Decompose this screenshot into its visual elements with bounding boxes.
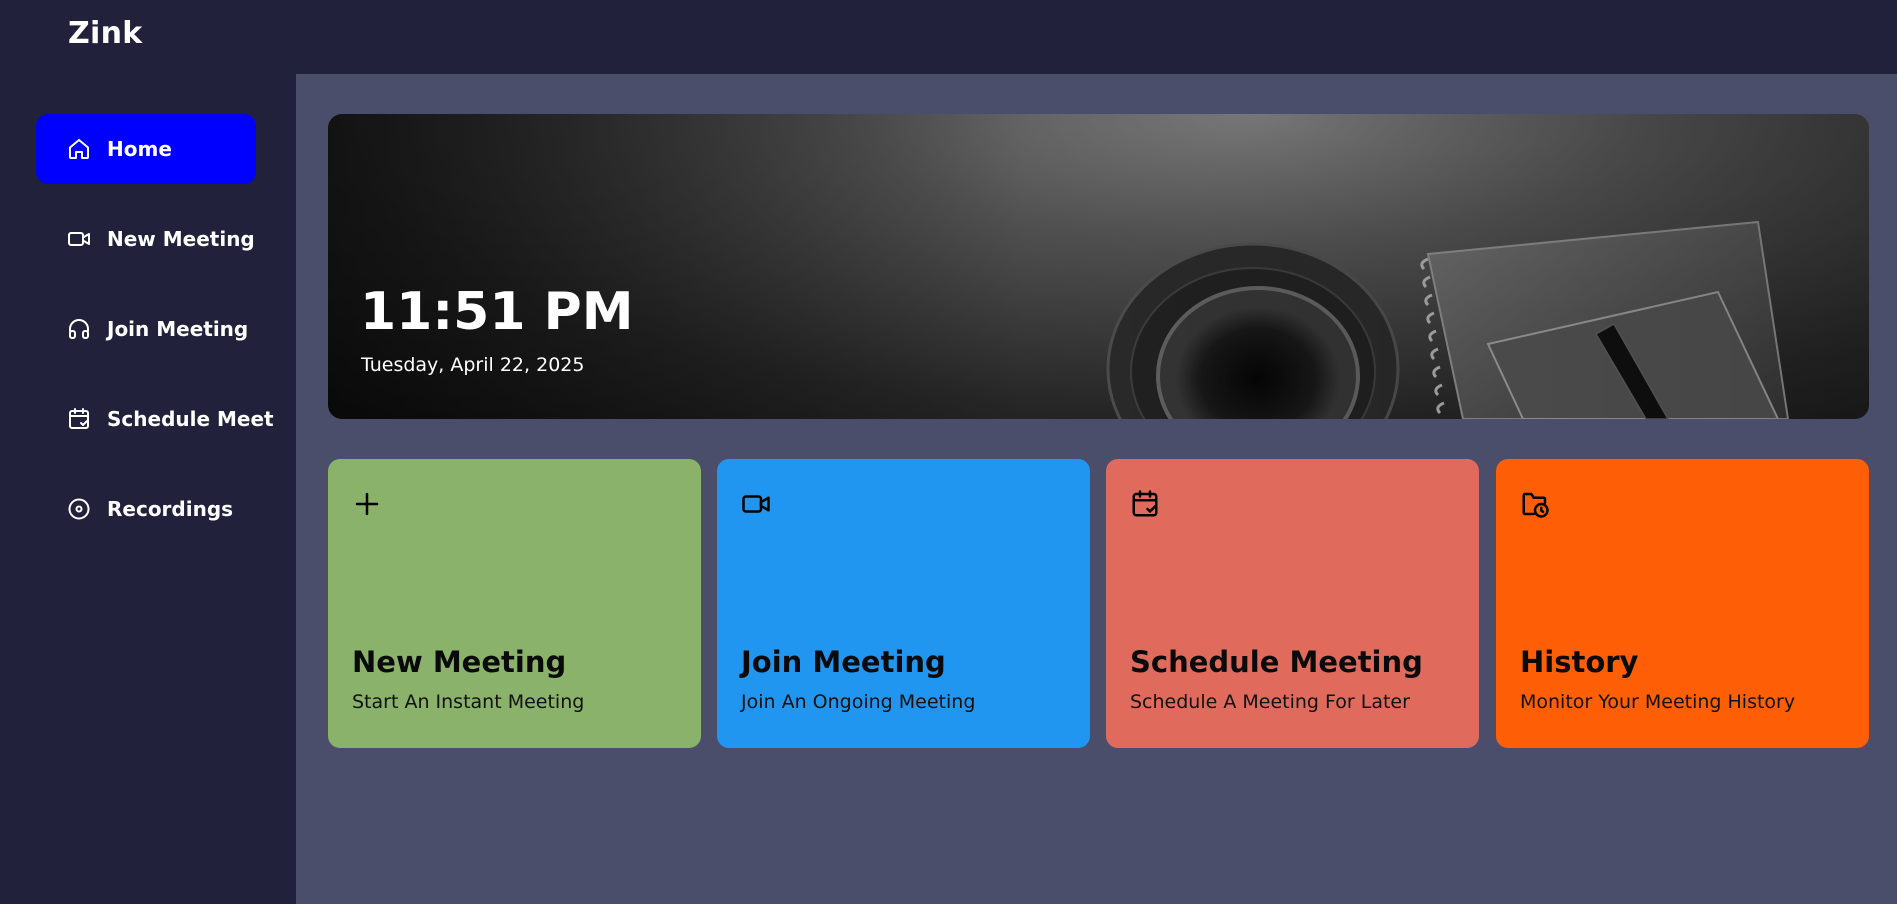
card-subtitle: Start An Instant Meeting xyxy=(352,691,585,713)
calendar-check-icon xyxy=(67,407,91,431)
sidebar-item-label: New Meeting xyxy=(107,227,255,251)
card-title: Schedule Meeting xyxy=(1130,645,1423,679)
card-subtitle: Join An Ongoing Meeting xyxy=(741,691,976,713)
sidebar-item-label: Home xyxy=(107,137,172,161)
sidebar-item-label: Recordings xyxy=(107,497,234,521)
main-content: 11:51 PM Tuesday, April 22, 2025 New Mee… xyxy=(296,74,1897,904)
current-date: Tuesday, April 22, 2025 xyxy=(361,354,585,376)
schedule-meeting-card[interactable]: Schedule Meeting Schedule A Meeting For … xyxy=(1106,459,1479,748)
sidebar-item-home[interactable]: Home xyxy=(36,114,256,184)
plus-icon xyxy=(352,489,382,519)
card-title: Join Meeting xyxy=(741,645,946,679)
folder-clock-icon xyxy=(1520,489,1550,519)
current-time: 11:51 PM xyxy=(360,282,634,342)
hero-banner: 11:51 PM Tuesday, April 22, 2025 xyxy=(328,114,1869,419)
card-title: History xyxy=(1520,645,1639,679)
top-bar: Zink xyxy=(0,0,1897,74)
disc-icon xyxy=(67,497,91,521)
sidebar-item-recordings[interactable]: Recordings xyxy=(36,474,256,544)
sidebar-item-label: Schedule Meet xyxy=(107,407,274,431)
sidebar: Home New Meeting Join Meeting Schedule M… xyxy=(0,74,296,904)
app-window: Zink Home New Meeting Join Meeting Sched… xyxy=(0,0,1897,904)
sidebar-item-schedule-meet[interactable]: Schedule Meet xyxy=(36,384,274,454)
sidebar-item-new-meeting[interactable]: New Meeting xyxy=(36,204,256,274)
card-title: New Meeting xyxy=(352,645,567,679)
home-icon xyxy=(67,137,91,161)
sidebar-item-label: Join Meeting xyxy=(107,317,249,341)
app-logo[interactable]: Zink xyxy=(68,16,143,51)
card-subtitle: Monitor Your Meeting History xyxy=(1520,691,1796,713)
calendar-check-icon xyxy=(1130,489,1160,519)
card-subtitle: Schedule A Meeting For Later xyxy=(1130,691,1410,713)
video-icon xyxy=(741,489,771,519)
headset-icon xyxy=(67,317,91,341)
video-icon xyxy=(67,227,91,251)
history-card[interactable]: History Monitor Your Meeting History xyxy=(1496,459,1869,748)
sidebar-item-join-meeting[interactable]: Join Meeting xyxy=(36,294,256,364)
new-meeting-card[interactable]: New Meeting Start An Instant Meeting xyxy=(328,459,701,748)
join-meeting-card[interactable]: Join Meeting Join An Ongoing Meeting xyxy=(717,459,1090,748)
